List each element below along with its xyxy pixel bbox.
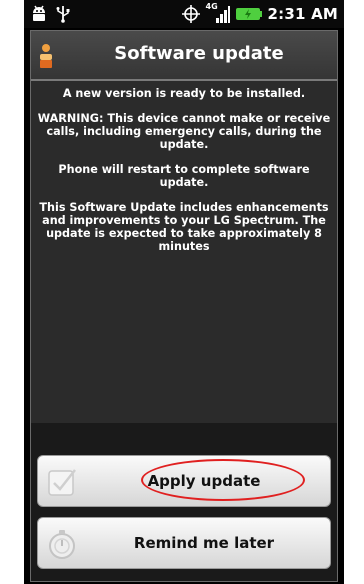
message-ready: A new version is ready to be installed. <box>62 87 306 100</box>
battery-charging-icon <box>235 8 262 20</box>
4g-lte-icon: 4G <box>206 2 230 24</box>
dialog-button-area: Apply update Remind me later <box>31 423 337 581</box>
clock: 2:31 AM <box>267 5 338 23</box>
usb-icon <box>56 6 70 23</box>
software-update-dialog: Software update A new version is ready t… <box>30 30 338 582</box>
signal-icon <box>215 6 230 23</box>
dialog-message: A new version is ready to be installed. … <box>37 87 331 265</box>
remind-me-later-button[interactable]: Remind me later <box>37 517 331 569</box>
message-details: This Software Update includes enhancemen… <box>39 201 329 253</box>
message-warning: WARNING: This device cannot make or rece… <box>37 112 331 151</box>
status-bar: 4G 2:31 AM <box>24 0 344 28</box>
status-right-icons: 4G 2:31 AM <box>181 2 338 25</box>
dialog-title-bar: Software update <box>31 31 337 81</box>
android-debug-icon <box>33 5 45 21</box>
timer-icon <box>49 530 75 559</box>
checkbox-icon <box>48 469 76 496</box>
gps-icon <box>181 5 200 23</box>
apply-update-button[interactable]: Apply update <box>37 455 331 507</box>
highlight-annotation <box>141 459 305 501</box>
phone-screen: 4G 2:31 AM Software update A new version… <box>24 0 344 584</box>
status-left-icons <box>30 4 70 24</box>
message-restart: Phone will restart to complete software … <box>58 163 310 189</box>
remind-me-later-label: Remind me later <box>133 534 275 552</box>
dialog-title: Software update <box>114 43 284 64</box>
